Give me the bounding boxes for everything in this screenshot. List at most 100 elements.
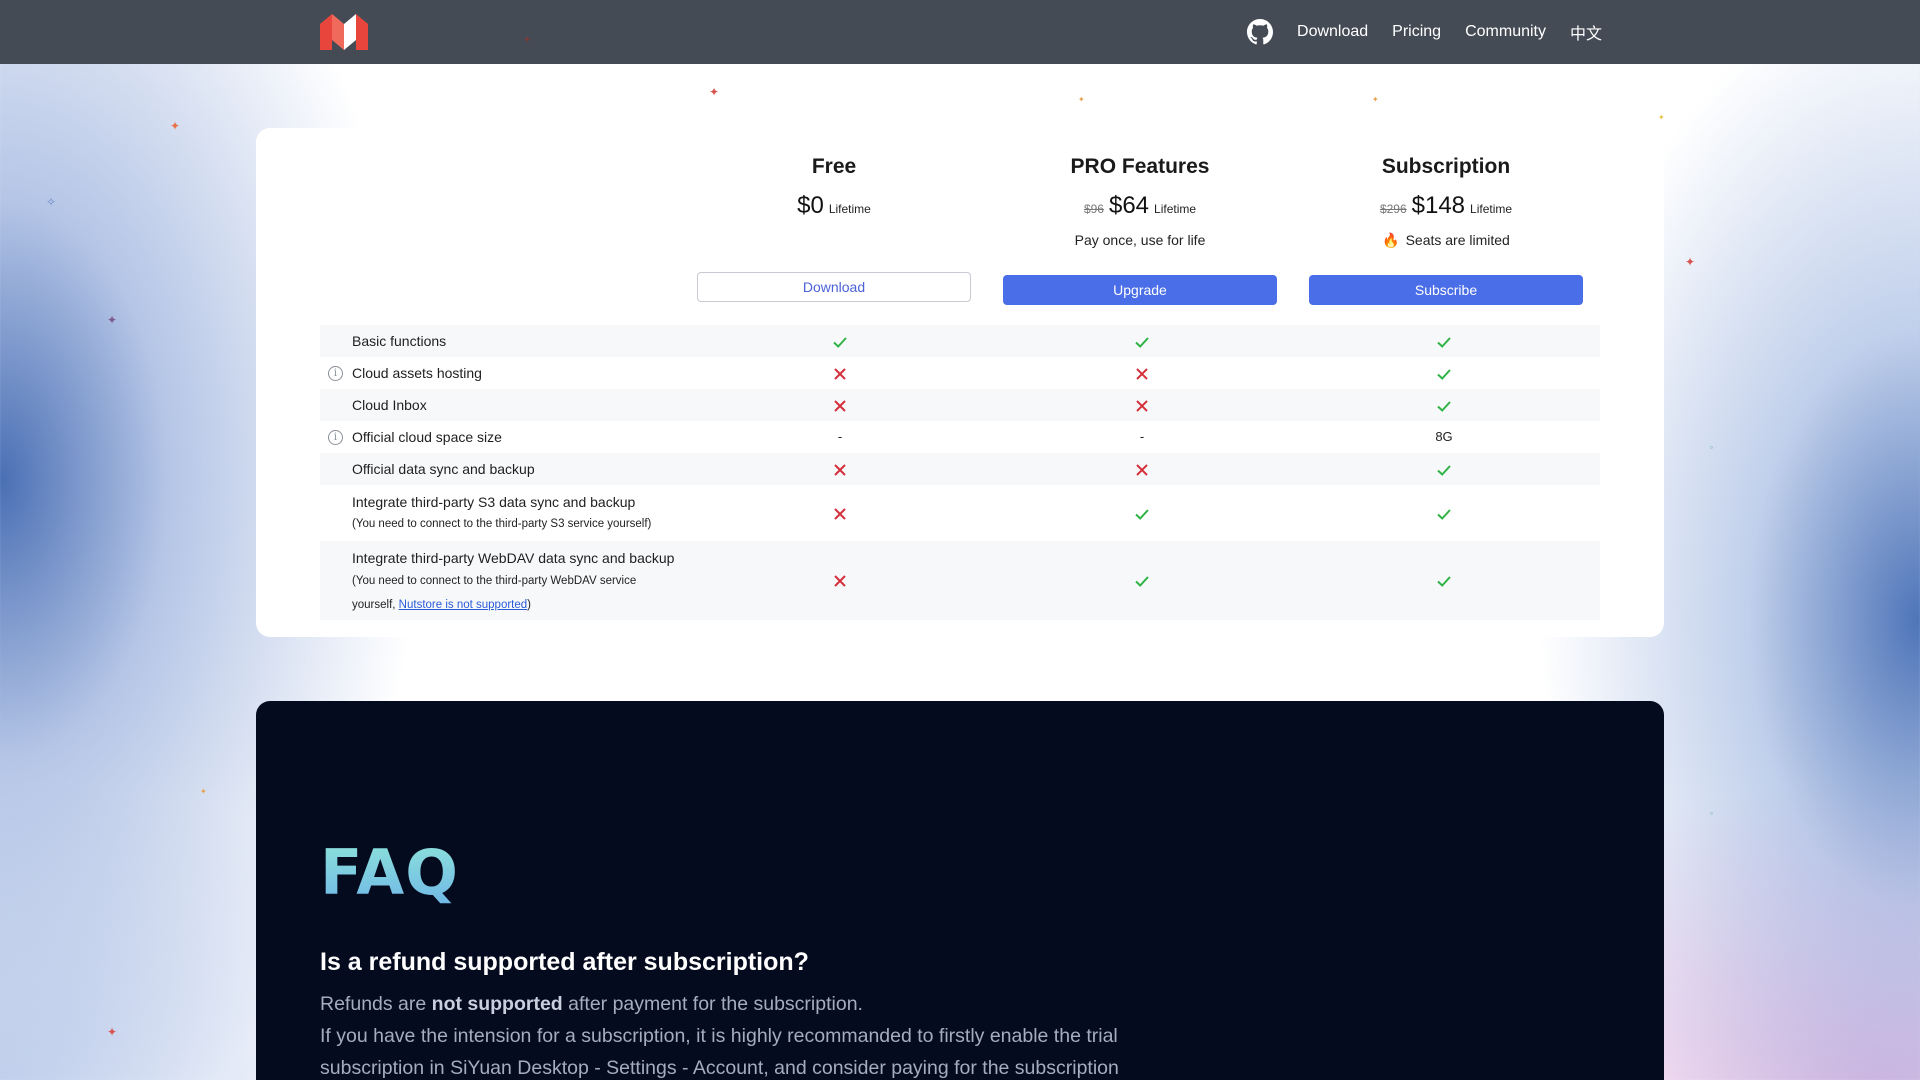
plan-name: PRO Features bbox=[1070, 155, 1210, 178]
nav-community-link[interactable]: Community bbox=[1465, 23, 1546, 41]
price-original: $296 bbox=[1379, 202, 1407, 216]
feature-row: Official data sync and backup bbox=[320, 453, 1600, 485]
sparkle-icon: ✦ bbox=[107, 313, 118, 327]
feature-label: Official data sync and backup bbox=[352, 453, 535, 485]
price-amount: $0 bbox=[797, 192, 824, 219]
feature-sub-text: (You need to connect to the third-party … bbox=[352, 518, 652, 530]
info-icon[interactable]: i bbox=[328, 429, 343, 445]
feature-row: i Official cloud space size - - 8G bbox=[320, 421, 1600, 453]
check-icon bbox=[810, 331, 870, 351]
top-navbar: Download Pricing Community 中文 bbox=[0, 0, 1920, 64]
feature-row: Integrate third-party S3 data sync and b… bbox=[320, 485, 1600, 541]
check-icon bbox=[1414, 363, 1474, 383]
main-nav: Download Pricing Community 中文 bbox=[1247, 0, 1602, 64]
upgrade-button[interactable]: Upgrade bbox=[1003, 275, 1277, 305]
cross-icon bbox=[1112, 459, 1172, 479]
faq-title: FAQ bbox=[320, 836, 459, 909]
feature-label: Cloud Inbox bbox=[352, 389, 427, 421]
plan-price: $0 Lifetime bbox=[697, 192, 971, 220]
feature-row: i Cloud assets hosting bbox=[320, 357, 1600, 389]
plan-name: Subscription bbox=[1381, 155, 1511, 178]
cross-icon bbox=[810, 503, 870, 523]
cross-icon bbox=[1112, 395, 1172, 415]
sparkle-icon: ✦ bbox=[709, 85, 720, 99]
plan-subscription: Subscription $296 $148 Lifetime 🔥 Seats a… bbox=[1309, 152, 1583, 250]
cross-icon bbox=[810, 459, 870, 479]
check-icon bbox=[1112, 571, 1172, 591]
feature-value: 8G bbox=[1435, 429, 1453, 444]
faq-answer-text: Refunds are bbox=[320, 993, 432, 1015]
github-icon[interactable] bbox=[1247, 19, 1274, 45]
faq-section: FAQ Is a refund supported after subscrip… bbox=[256, 701, 1664, 1080]
faq-answer: Refunds are not supported after payment … bbox=[320, 988, 1220, 1080]
price-amount: $148 bbox=[1411, 192, 1466, 219]
feature-label: Official cloud space size bbox=[352, 421, 502, 453]
sparkle-icon: ✦ bbox=[107, 1025, 118, 1039]
sparkle-icon: ▫ bbox=[1710, 809, 1713, 818]
feature-sub-text-part: ) bbox=[527, 599, 532, 611]
feature-label: Integrate third-party S3 data sync and b… bbox=[352, 491, 651, 535]
feature-label-text: Integrate third-party S3 data sync and b… bbox=[352, 494, 636, 510]
nav-language-link[interactable]: 中文 bbox=[1570, 20, 1602, 44]
plan-name: Free bbox=[811, 155, 857, 178]
nutstore-link[interactable]: Nutstore is not supported bbox=[399, 599, 528, 611]
check-icon bbox=[1112, 331, 1172, 351]
price-original: $96 bbox=[1083, 202, 1104, 216]
feature-label-text: Integrate third-party WebDAV data sync a… bbox=[352, 550, 675, 566]
sparkle-icon: ▫ bbox=[1710, 443, 1713, 452]
check-icon bbox=[1414, 459, 1474, 479]
price-period: Lifetime bbox=[1470, 202, 1513, 216]
price-period: Lifetime bbox=[828, 202, 871, 216]
sparkle-icon: ✧ bbox=[46, 195, 57, 209]
price-period: Lifetime bbox=[1154, 202, 1197, 216]
sparkle-icon: ✦ bbox=[1078, 95, 1085, 104]
feature-row: Cloud Inbox bbox=[320, 389, 1600, 421]
cross-icon bbox=[810, 571, 870, 591]
plan-free: Free $0 Lifetime bbox=[697, 152, 971, 220]
siyuan-logo[interactable] bbox=[318, 12, 370, 52]
faq-answer-text: If you have the intension for a subscrip… bbox=[320, 1025, 1119, 1079]
check-icon bbox=[1414, 395, 1474, 415]
download-button[interactable]: Download bbox=[697, 272, 971, 302]
sparkle-icon: ✦ bbox=[1685, 255, 1696, 269]
feature-sub-text: (You need to connect to the third-party … bbox=[352, 569, 682, 617]
plan-note: 🔥 Seats are limited bbox=[1309, 230, 1583, 250]
feature-row: Basic functions bbox=[320, 325, 1600, 357]
sparkle-icon: ✦ bbox=[170, 119, 181, 133]
plan-note-text: Seats are limited bbox=[1405, 232, 1510, 248]
nav-pricing-link[interactable]: Pricing bbox=[1392, 23, 1441, 41]
subscribe-button[interactable]: Subscribe bbox=[1309, 275, 1583, 305]
check-icon bbox=[1414, 503, 1474, 523]
plan-price: $96 $64 Lifetime bbox=[1003, 192, 1277, 220]
plan-pro: PRO Features $96 $64 Lifetime Pay once, … bbox=[1003, 152, 1277, 250]
feature-label-text: Official data sync and backup bbox=[352, 461, 535, 477]
sparkle-icon: ✦ bbox=[1372, 95, 1379, 104]
feature-label-text: Cloud assets hosting bbox=[352, 365, 482, 381]
faq-answer-emphasis: not supported bbox=[431, 993, 563, 1015]
feature-label: Cloud assets hosting bbox=[352, 357, 482, 389]
feature-label: Integrate third-party WebDAV data sync a… bbox=[352, 547, 682, 617]
sparkle-icon: ✦ bbox=[523, 35, 532, 46]
sparkle-icon: ✦ bbox=[200, 787, 207, 796]
feature-label-text: Basic functions bbox=[352, 333, 447, 349]
plan-note: Pay once, use for life bbox=[1074, 232, 1206, 248]
feature-row: Integrate third-party WebDAV data sync a… bbox=[320, 541, 1600, 620]
check-icon bbox=[1112, 503, 1172, 523]
faq-question: Is a refund supported after subscription… bbox=[320, 948, 809, 976]
price-amount: $64 bbox=[1108, 192, 1150, 219]
nav-download-link[interactable]: Download bbox=[1297, 23, 1368, 41]
feature-label: Basic functions bbox=[352, 325, 446, 357]
cross-icon bbox=[810, 395, 870, 415]
info-icon[interactable]: i bbox=[328, 365, 343, 381]
check-icon bbox=[1414, 331, 1474, 351]
plan-price: $296 $148 Lifetime bbox=[1309, 192, 1583, 220]
feature-table: Basic functions i Cloud assets hosting Clou… bbox=[320, 325, 1600, 620]
fire-icon: 🔥 bbox=[1382, 232, 1400, 248]
feature-label-text: Official cloud space size bbox=[352, 429, 502, 445]
feature-value: - bbox=[1139, 429, 1145, 444]
feature-label-text: Cloud Inbox bbox=[352, 397, 427, 413]
faq-answer-text: after payment for the subscription. bbox=[562, 993, 863, 1015]
check-icon bbox=[1414, 571, 1474, 591]
sparkle-icon: ✦ bbox=[1658, 113, 1665, 122]
feature-value: - bbox=[837, 429, 843, 444]
